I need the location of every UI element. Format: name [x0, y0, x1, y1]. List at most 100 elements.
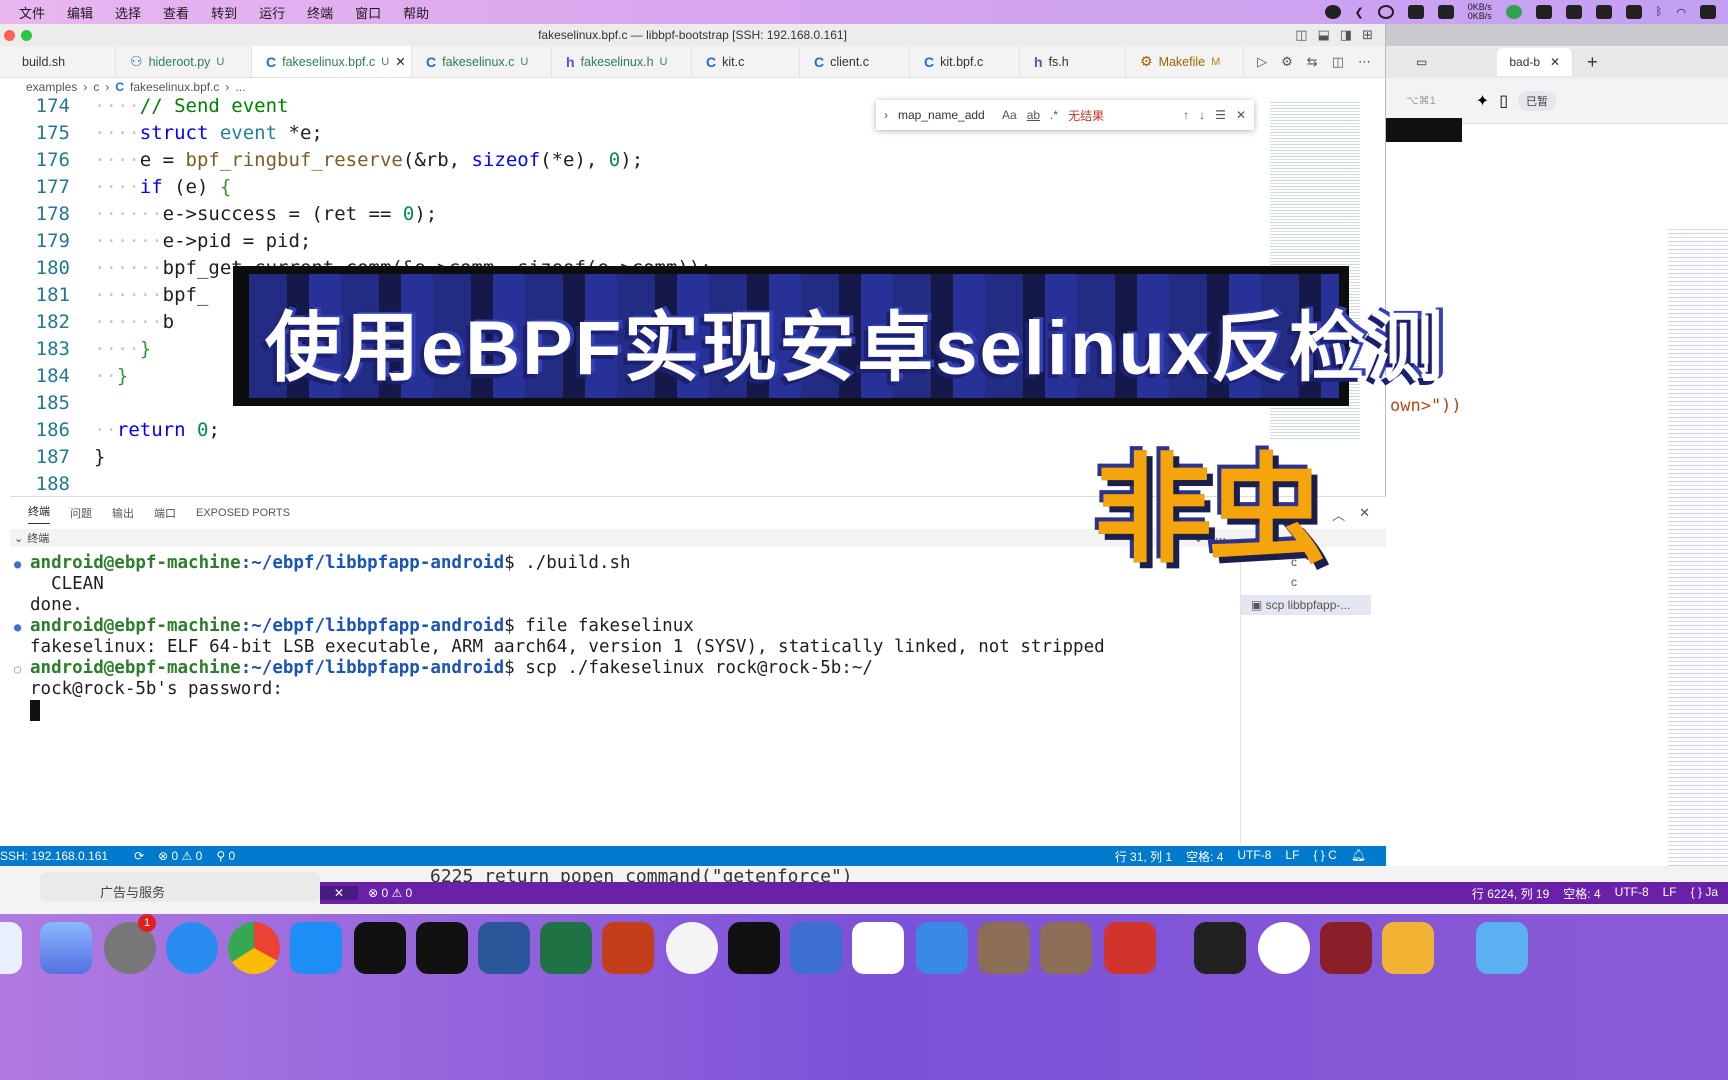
preview-icon[interactable] — [666, 922, 718, 974]
terminal-app-icon[interactable] — [354, 922, 406, 974]
chevron-left-icon[interactable]: ❮ — [1355, 6, 1364, 19]
window-icon[interactable] — [1535, 5, 1552, 19]
menu-terminal[interactable]: 终端 — [296, 3, 344, 22]
focus-icon[interactable] — [1377, 5, 1394, 19]
extension-icon[interactable]: ✦ — [1476, 91, 1489, 111]
parallels-icon[interactable] — [790, 922, 842, 974]
eol[interactable]: LF — [1285, 848, 1299, 865]
indentation[interactable]: 空格: 4 — [1186, 848, 1223, 865]
bg-minimap[interactable] — [1668, 226, 1728, 906]
bg-tab[interactable]: bad-b ✕ — [1497, 48, 1574, 76]
bg-sidebar-icon[interactable]: ▭ — [1416, 55, 1427, 69]
tab-build-sh[interactable]: build.sh — [0, 46, 116, 77]
find-in-selection-icon[interactable]: ☰ — [1215, 108, 1226, 122]
bg-remote-icon[interactable]: ✕ — [320, 886, 359, 900]
bg-position[interactable]: 行 6224, 列 19 — [1472, 885, 1549, 902]
split-editor-icon[interactable]: ◫ — [1332, 54, 1344, 70]
bg-eol[interactable]: LF — [1663, 885, 1677, 902]
close-tab-icon[interactable]: ✕ — [395, 54, 405, 69]
pencil-app-icon[interactable] — [1382, 922, 1434, 974]
menu-select[interactable]: 选择 — [104, 3, 152, 22]
tab-exposed-ports[interactable]: EXPOSED PORTS — [196, 507, 290, 519]
tab-hideroot-py[interactable]: ⚇ hideroot.py U — [116, 46, 252, 77]
dictionary-icon[interactable] — [1320, 922, 1372, 974]
problems-indicator[interactable]: ⊗ 0 ⚠ 0 — [158, 849, 202, 863]
match-case-toggle[interactable]: Aa — [1002, 108, 1017, 122]
breadcrumb-item[interactable]: c — [93, 80, 99, 94]
bg-encoding[interactable]: UTF-8 — [1615, 885, 1649, 902]
match-word-toggle[interactable]: ab — [1027, 108, 1040, 122]
tab-terminal[interactable]: 终端 — [28, 503, 50, 524]
powerpoint-icon[interactable] — [602, 922, 654, 974]
menu-edit[interactable]: 编辑 — [56, 3, 104, 22]
terminal-list-item[interactable]: c — [1291, 575, 1297, 589]
menu-window[interactable]: 窗口 — [344, 3, 392, 22]
launchpad-icon[interactable] — [40, 922, 92, 974]
run-icon[interactable]: ▷ — [1257, 54, 1267, 70]
toggle-secondary-icon[interactable]: ◨ — [1340, 27, 1352, 43]
close-icon[interactable]: ✕ — [1550, 55, 1560, 69]
remote-indicator[interactable]: SSH: 192.168.0.161 — [0, 849, 120, 863]
tab-kit-c[interactable]: Ckit.c — [692, 46, 800, 77]
wifi-icon[interactable]: ◠ — [1676, 6, 1686, 19]
tab-makefile[interactable]: ⚙ Makefile M — [1126, 46, 1244, 77]
tab-problems[interactable]: 问题 — [70, 505, 92, 521]
xmind-icon[interactable] — [1104, 922, 1156, 974]
downloads-folder-icon[interactable] — [1476, 922, 1528, 974]
breadcrumb-item[interactable]: examples — [26, 80, 77, 94]
language-mode[interactable]: { } C — [1313, 848, 1336, 865]
tab-ports[interactable]: 端口 — [154, 505, 176, 521]
terminal[interactable]: ● android@ebpf-machine:~/ebpf/libbpfapp-a… — [14, 553, 1234, 843]
n-app-icon[interactable] — [1505, 5, 1522, 19]
control-center-icon[interactable] — [1700, 5, 1716, 19]
notifications-icon[interactable]: 🔔︎ — [1351, 848, 1366, 865]
app-store-icon[interactable] — [290, 922, 342, 974]
sidebar-toggle-icon[interactable]: ▯ — [1499, 91, 1508, 111]
more-icon[interactable]: ⋯ — [1358, 54, 1371, 70]
phone-mirror-icon[interactable] — [1258, 922, 1310, 974]
menu-goto[interactable]: 转到 — [200, 3, 248, 22]
finder-icon[interactable] — [0, 922, 22, 974]
chevron-right-icon[interactable]: › — [884, 108, 888, 122]
zoom-window-icon[interactable] — [21, 30, 32, 41]
vscode-icon[interactable] — [852, 922, 904, 974]
toggle-panel-icon[interactable]: ⬓ — [1318, 27, 1330, 43]
tab-fs-h[interactable]: h fs.h — [1020, 46, 1126, 77]
portrait-app-icon[interactable] — [978, 922, 1030, 974]
xcode-tools-icon[interactable] — [916, 922, 968, 974]
cursor-position[interactable]: 行 31, 列 1 — [1115, 848, 1172, 865]
input-source-icon[interactable] — [1625, 5, 1642, 19]
menu-help[interactable]: 帮助 — [392, 3, 440, 22]
tab-fakeselinux-bpf-c[interactable]: Cfakeselinux.bpf.c U ✕ — [252, 46, 412, 77]
menu-run[interactable]: 运行 — [248, 3, 296, 22]
breadcrumb-item[interactable]: fakeselinux.bpf.c — [130, 80, 219, 94]
x11-icon[interactable] — [1194, 922, 1246, 974]
terminal-list-item-scp[interactable]: ▣ scp libbpfapp-... — [1241, 595, 1371, 615]
maximize-panel-icon[interactable]: ︿ — [1332, 505, 1345, 524]
tab-client-c[interactable]: Cclient.c — [800, 46, 910, 77]
tab-fakeselinux-h[interactable]: h fakeselinux.h U — [552, 46, 692, 77]
shield-icon[interactable] — [1595, 5, 1612, 19]
sync-icon[interactable]: ⟳ — [134, 849, 144, 863]
pycharm-icon[interactable] — [728, 922, 780, 974]
bg-pill[interactable]: 已暂 — [1518, 90, 1557, 111]
arrow-up-icon[interactable]: ↑ — [1183, 108, 1189, 122]
chrome-icon[interactable] — [228, 922, 280, 974]
breadcrumb-item[interactable]: ... — [235, 80, 245, 94]
excel-icon[interactable] — [540, 922, 592, 974]
close-window-icon[interactable] — [4, 30, 15, 41]
regex-toggle[interactable]: .* — [1050, 108, 1058, 122]
customize-layout-icon[interactable]: ⊞ — [1362, 27, 1373, 43]
compare-icon[interactable]: ⇆ — [1307, 54, 1318, 70]
toggle-sidebar-icon[interactable]: ◫ — [1295, 27, 1307, 43]
ad-services[interactable]: 广告与服务 — [40, 872, 320, 902]
ports-indicator[interactable]: ⚲ 0 — [216, 849, 235, 863]
close-icon[interactable]: ✕ — [1236, 108, 1246, 122]
drive-icon[interactable] — [1407, 5, 1424, 19]
bg-lang[interactable]: { } Ja — [1691, 885, 1718, 902]
cat-icon[interactable] — [1437, 5, 1454, 19]
cloud-icon[interactable] — [1565, 5, 1582, 19]
settings-icon[interactable]: ⚙ — [1281, 54, 1293, 70]
menu-view[interactable]: 查看 — [152, 3, 200, 22]
new-tab-icon[interactable]: + — [1587, 52, 1598, 73]
